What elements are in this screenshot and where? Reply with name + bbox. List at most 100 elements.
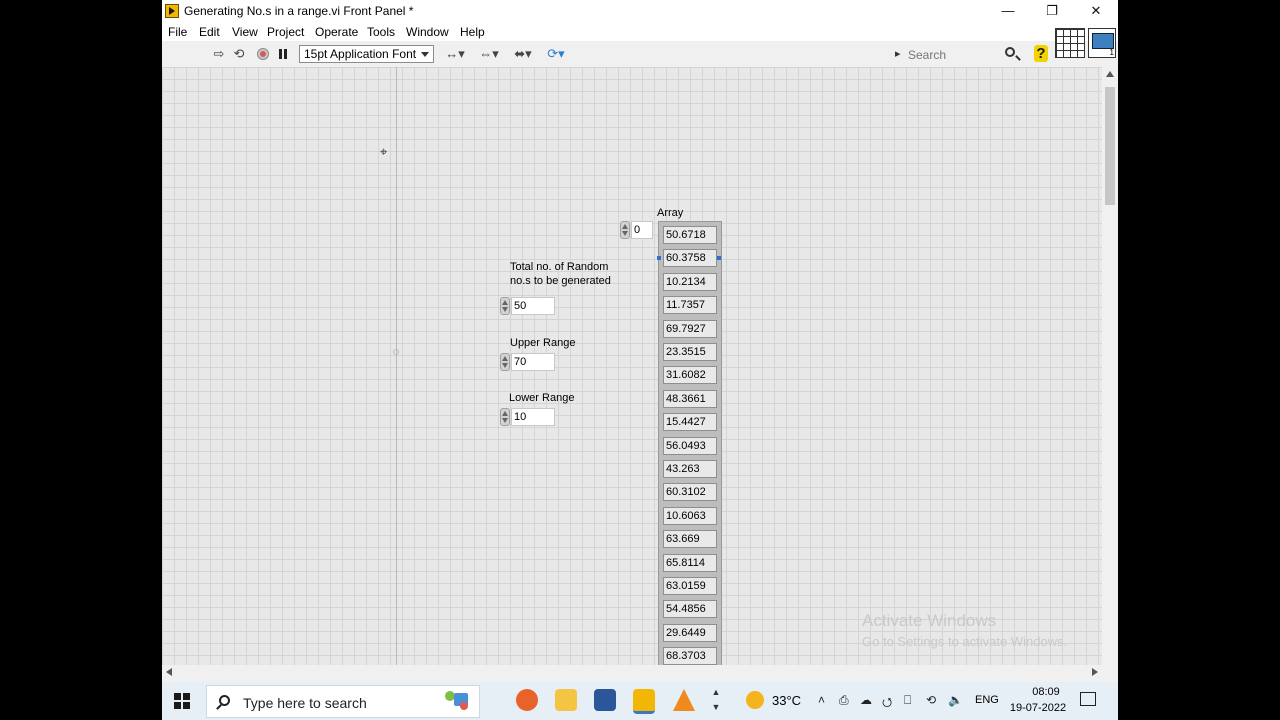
increment-decrement-icon[interactable] [500, 297, 510, 315]
increment-decrement-icon[interactable] [500, 408, 510, 426]
array-element[interactable]: 65.8114 [663, 553, 717, 572]
array-element[interactable]: 56.0493 [663, 436, 717, 455]
scroll-right-icon[interactable] [1092, 668, 1098, 676]
distribute-objects-icon[interactable]: ⇔▾ [478, 46, 500, 62]
array-indicator[interactable]: 50.6718 60.3758 10.2134 11.7357 69.7927 23.35… [657, 221, 722, 665]
array-element[interactable]: 54.4856 [663, 600, 717, 619]
scroll-up-icon[interactable] [1106, 71, 1114, 77]
vertical-scrollbar[interactable] [1102, 67, 1118, 665]
search-icon[interactable] [1005, 47, 1015, 57]
file-explorer-icon[interactable] [555, 689, 577, 711]
volume-icon[interactable]: 🔈 [948, 693, 963, 707]
array-element[interactable]: 10.6063 [663, 506, 717, 525]
close-button[interactable]: ✕ [1074, 0, 1118, 22]
array-element[interactable]: 60.3102 [663, 483, 717, 502]
pause-icon[interactable] [277, 46, 289, 62]
lower-range-field[interactable]: 10 [511, 408, 555, 426]
minimize-button[interactable]: — [986, 0, 1030, 22]
resize-objects-icon[interactable]: ⬌▾ [511, 46, 535, 62]
array-element[interactable]: 31.6082 [663, 366, 717, 385]
title-bar[interactable]: Generating No.s in a range.vi Front Pane… [162, 0, 1118, 22]
search-box: ▸ [895, 45, 1025, 64]
array-element[interactable]: 68.3703 [663, 647, 717, 665]
font-dropdown-label: 15pt Application Font [304, 47, 417, 61]
language-indicator[interactable]: ENG [975, 694, 999, 706]
vertical-scroll-thumb[interactable] [1105, 87, 1115, 205]
vi-icon[interactable] [1088, 28, 1116, 58]
notifications-icon[interactable] [1080, 692, 1096, 706]
clock-time[interactable]: 08:09 [1020, 686, 1072, 698]
array-element[interactable]: 29.6449 [663, 623, 717, 642]
onedrive-icon[interactable]: ☁ [860, 693, 872, 707]
menu-operate[interactable]: Operate [315, 25, 358, 39]
clock-date[interactable]: 19-07-2022 [1008, 702, 1068, 714]
network-icon[interactable]: ⎕ [904, 693, 911, 708]
context-help-icon[interactable]: ? [1034, 45, 1048, 63]
taskbar: Type here to search ▲ ▼ 33°C ˄ ⎙ ☁ ⭯ ⎕ ⟲… [162, 682, 1118, 720]
reorder-icon[interactable]: ⟳▾ [545, 46, 567, 62]
meet-now-icon[interactable]: ⎙ [839, 693, 849, 708]
array-element[interactable]: 15.4427 [663, 413, 717, 432]
search-expand-icon[interactable]: ▸ [895, 47, 901, 60]
word-icon[interactable] [594, 689, 616, 711]
search-input[interactable] [905, 45, 1003, 64]
array-element[interactable]: 50.6718 [663, 226, 717, 244]
increment-decrement-icon[interactable] [500, 353, 510, 371]
run-arrow-icon[interactable]: ⇨ [212, 46, 226, 62]
array-element[interactable]: 48.3661 [663, 389, 717, 408]
taskbar-search-box[interactable]: Type here to search [206, 685, 480, 718]
total-count-field[interactable]: 50 [511, 297, 555, 315]
menu-tools[interactable]: Tools [367, 25, 395, 39]
menu-window[interactable]: Window [406, 25, 449, 39]
temperature[interactable]: 33°C [772, 693, 801, 708]
alignment-guide-handle [393, 349, 399, 355]
run-continuously-icon[interactable]: ⟲ [231, 46, 247, 62]
microphone-icon[interactable]: ⭯ [882, 693, 892, 714]
array-element[interactable]: 60.3758 [663, 249, 717, 268]
weather-icon[interactable] [746, 691, 764, 709]
upper-range-label: Upper Range [510, 337, 576, 349]
taskbar-scroll-arrows-icon[interactable]: ▲ ▼ [710, 685, 722, 717]
menu-file[interactable]: File [168, 25, 187, 39]
array-element[interactable]: 10.2134 [663, 272, 717, 291]
menu-edit[interactable]: Edit [199, 25, 220, 39]
selection-handle-icon[interactable] [657, 256, 661, 261]
vlc-icon[interactable] [673, 689, 695, 711]
front-panel-canvas[interactable]: ⌖ Total no. of Random no.s to be generat… [162, 67, 1102, 665]
array-index-field[interactable]: 0 [631, 221, 653, 239]
align-objects-icon[interactable]: ↔▾ [444, 46, 466, 62]
connector-pane-icon[interactable] [1055, 28, 1085, 58]
abort-execution-icon[interactable] [256, 46, 270, 62]
scroll-corner [1102, 665, 1118, 680]
scroll-left-icon[interactable] [166, 668, 172, 676]
labview-app-icon [165, 4, 179, 18]
menu-view[interactable]: View [232, 25, 258, 39]
menu-project[interactable]: Project [267, 25, 304, 39]
sync-icon[interactable]: ⟲ [926, 693, 936, 707]
toolbar: ⇨ ⟲ 15pt Application Font ↔▾ ⇔▾ ⬌▾ ⟳▾ ▸ … [162, 41, 1118, 68]
search-highlight-icon[interactable] [442, 688, 472, 712]
array-index-control[interactable]: 0 [620, 221, 654, 239]
upper-range-control[interactable]: 70 [500, 353, 556, 371]
array-element[interactable]: 63.0159 [663, 577, 717, 595]
horizontal-scrollbar[interactable] [162, 665, 1102, 680]
array-element[interactable]: 63.669 [663, 530, 717, 549]
array-element[interactable]: 11.7357 [663, 296, 717, 315]
increment-decrement-icon[interactable] [620, 221, 630, 239]
lower-range-control[interactable]: 10 [500, 408, 556, 426]
restore-button[interactable]: ❐ [1030, 0, 1074, 22]
labview-taskbar-icon[interactable] [633, 689, 655, 714]
total-count-control[interactable]: 50 [500, 297, 556, 315]
array-element[interactable]: 69.7927 [663, 319, 717, 338]
search-icon [219, 695, 230, 706]
menu-help[interactable]: Help [460, 25, 485, 39]
windows-start-icon[interactable] [174, 693, 190, 709]
array-element[interactable]: 23.3515 [663, 343, 717, 361]
window-title: Generating No.s in a range.vi Front Pane… [184, 4, 414, 18]
array-element[interactable]: 43.263 [663, 460, 717, 478]
font-dropdown[interactable]: 15pt Application Font [299, 45, 434, 63]
firefox-icon[interactable] [516, 689, 538, 711]
upper-range-field[interactable]: 70 [511, 353, 555, 371]
show-hidden-icons-icon[interactable]: ˄ [818, 693, 825, 707]
selection-handle-icon[interactable] [717, 256, 721, 261]
